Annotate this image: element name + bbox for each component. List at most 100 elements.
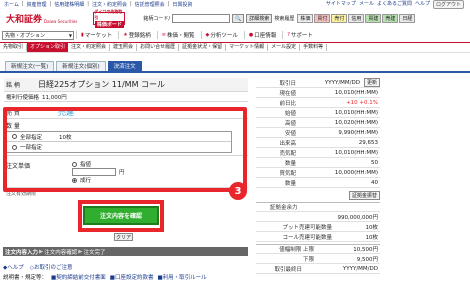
quote-row: 下限 9,500円 — [256, 254, 380, 264]
subnav-orders[interactable]: 注文・約定照会 — [68, 44, 111, 51]
nav-account[interactable]: ● 口座情報 — [243, 31, 280, 39]
quote-label: 証拠金余力 — [270, 205, 298, 211]
quick-buy-button[interactable]: 買付 — [314, 14, 331, 23]
subnav-positions[interactable]: 建玉照会 — [110, 44, 138, 51]
quote-label: コール売建可能数量 — [282, 234, 332, 241]
quote-row: 安値 9,990(HH:MM) — [256, 128, 380, 138]
clear-button[interactable]: クリア — [114, 233, 133, 241]
tab-new-order-single[interactable]: 新規注文(個別) — [56, 61, 106, 71]
caution-label: お取引のご注意 — [33, 265, 73, 271]
nav-label: 株価・閲覧 — [166, 33, 195, 39]
doc-link-prospectus[interactable]: ■契約締結前交付書面 — [51, 273, 106, 281]
quick-sell-open-button[interactable]: 売建 — [382, 14, 399, 23]
refresh-button[interactable]: 更新 — [363, 78, 380, 87]
top-link-orders[interactable]: 注文・約定照会 — [92, 1, 127, 8]
help-link[interactable]: ヘルプ — [415, 0, 430, 9]
subnav-market-info[interactable]: マーケット情報 — [226, 44, 269, 51]
quote-label: 数量 — [284, 180, 296, 187]
tab-new-order-list[interactable]: 新規注文(一覧) — [5, 61, 55, 71]
quote-row: 証拠金余力 — [256, 202, 380, 212]
order-tabs: 新規注文(一覧) 新規注文(個別) 決済注文 — [0, 61, 470, 73]
quote-label: 前日比 — [279, 100, 296, 107]
help-link-help[interactable]: ◆ヘルプ — [3, 263, 24, 271]
order-input-highlight — [3, 107, 247, 192]
documents-links: 説明書・規定等： ■契約締結前交付書面 ■口座設定約款書 ■利用・取引ルール — [3, 273, 207, 281]
doc-link-account[interactable]: ■口座設定約款書 — [110, 273, 154, 281]
faq-link[interactable]: よくあるご質問 — [377, 0, 412, 9]
top-link-trust[interactable]: 信託管理照会 — [135, 1, 165, 8]
subnav-options[interactable]: オプション取引 — [27, 43, 69, 52]
nav-label: 口座情報 — [254, 33, 277, 39]
quote-label: プット売建可能数量 — [282, 224, 332, 231]
nav-label: 登録銘柄 — [128, 33, 151, 39]
mail-link[interactable]: メール — [359, 0, 374, 9]
instrument-row: 銘 柄 日経225オプション 11/MM コール — [4, 78, 248, 92]
detail-search-button[interactable]: 詳細検索 — [246, 14, 273, 23]
list-icon: ≡ — [161, 32, 166, 38]
strike-value: 11,000円 — [42, 94, 67, 101]
search-history-link[interactable]: 検索履歴 — [274, 15, 294, 22]
person-icon: ● — [248, 32, 254, 38]
top-link-assets[interactable]: 資産管理 — [27, 1, 47, 8]
quick-sell-button[interactable]: 売付 — [331, 14, 348, 23]
nav-watchlist[interactable]: ★ 登録銘柄 — [118, 31, 155, 39]
flow-arrow-icon: ▶ — [39, 248, 44, 255]
stock-board-button[interactable]: ダイワの先物取引 株価ボード — [93, 9, 126, 28]
quote-row: コール売建可能数量 10枚 — [256, 232, 380, 242]
subnav-inquiry[interactable]: お問い合せ履歴 — [137, 44, 180, 51]
account-select[interactable]: 先物・オプション — [2, 30, 74, 40]
margin-transfer-button[interactable]: 証拠金振替 — [348, 190, 380, 200]
quote-row: 取引日 YYYY/MM/DD 更新 — [256, 78, 380, 88]
logo-subtitle: Daiwa Securities — [44, 18, 78, 24]
sitemap-link[interactable]: サイトマップ — [326, 0, 356, 9]
subnav-mail[interactable]: メール設定 — [268, 44, 301, 51]
nav-analysis[interactable]: ◆ 分析ツール — [200, 31, 242, 39]
doc-link-rules[interactable]: ■利用・取引ルール — [157, 273, 206, 281]
board-line1: ダイワの先物取引 — [94, 9, 123, 20]
logo[interactable]: 大和証券 — [0, 12, 42, 25]
top-link-margin[interactable]: 信用建株明細 — [54, 1, 84, 8]
logout-button[interactable]: ログアウト — [432, 0, 464, 9]
quote-label: 買気配 — [279, 170, 296, 177]
code-label: 銘柄コード/ — [143, 16, 171, 22]
flow-arrow-icon: ▶ — [78, 248, 83, 255]
quick-nikkei-button[interactable]: 日経 — [399, 14, 416, 23]
quick-buttons: 株価 買付 売付 信用 買建 売建 日経 — [297, 14, 416, 23]
code-search: 銘柄コード/ 🔍 詳細検索 検索履歴 — [143, 14, 294, 23]
top-link-nikko[interactable]: 日興投資 — [172, 1, 192, 8]
quote-value: 9,990(HH:MM) — [338, 129, 378, 136]
documents-label: 説明書・規定等： — [3, 275, 48, 281]
nav-quotes[interactable]: ≡ 株価・閲覧 — [156, 31, 199, 39]
quote-label: 現在値 — [279, 90, 296, 97]
code-input[interactable] — [172, 14, 231, 23]
nav-label: サポート — [290, 33, 313, 39]
quote-value: 10枚 — [365, 224, 379, 231]
quick-buy-open-button[interactable]: 買建 — [365, 14, 382, 23]
search-icon[interactable]: 🔍 — [232, 14, 245, 23]
quote-row: 売気配 10,010(HH:MM) — [256, 148, 380, 158]
strike-label: 権利行使価格 — [6, 94, 40, 101]
subnav-futures[interactable]: 先物取引 — [0, 44, 28, 51]
flow-step-complete: 注文完了 — [83, 249, 106, 256]
quick-margin-button[interactable]: 信用 — [348, 14, 365, 23]
nav-support[interactable]: ? サポート — [282, 31, 317, 39]
star-icon: ★ — [123, 32, 128, 38]
quote-value: YYYY/MM/DD — [342, 265, 378, 272]
quote-label: 高値 — [284, 120, 296, 127]
subnav-margin[interactable]: 証拠金状況・保留 — [179, 44, 227, 51]
confirm-order-button[interactable]: 注文内容を確認 — [83, 206, 159, 225]
flow-step-input: 注文内容入力 — [5, 249, 39, 256]
sub-nav: 先物取引 オプション取引 注文・約定照会 建玉照会 お問い合せ履歴 証拠金状況・… — [0, 42, 470, 53]
order-flow-steps: 注文内容入力 ▶ 注文内容確認 ▶ 注文完了 — [3, 247, 248, 256]
doc-label: 口座設定約款書 — [114, 275, 154, 281]
subnav-fees[interactable]: 手数料等 — [300, 44, 328, 51]
top-link-home[interactable]: ホーム — [4, 1, 19, 8]
quote-value: 10,010(HH:MM) — [334, 149, 378, 156]
quote-row: 取引最終日 YYYY/MM/DD — [256, 264, 380, 274]
help-link-caution[interactable]: ◇お取引のご注意 — [30, 263, 73, 271]
step-badge: 3 — [229, 182, 247, 200]
top-links: ホーム | 資産管理 | 信用建株明細 | 注文・約定照会 | 信託管理照会 | 日興投資 — [4, 1, 193, 8]
quick-quote-button[interactable]: 株価 — [297, 14, 314, 23]
nav-market[interactable]: ▮ マーケット — [76, 31, 116, 39]
tab-close-order[interactable]: 決済注文 — [107, 61, 142, 71]
